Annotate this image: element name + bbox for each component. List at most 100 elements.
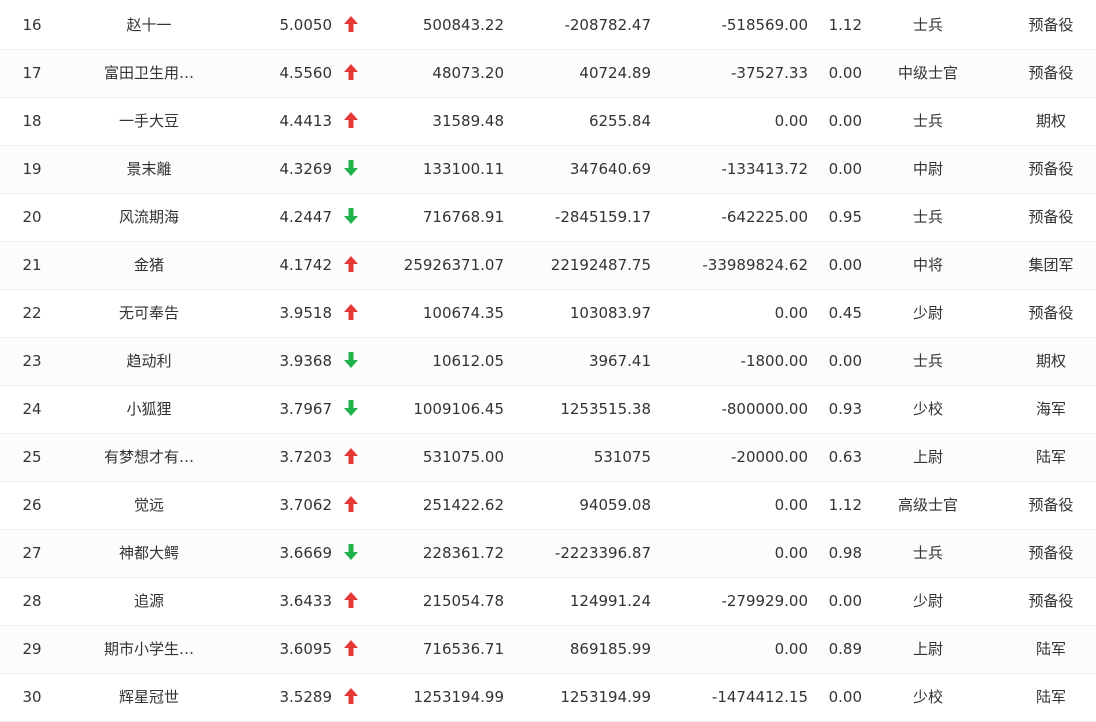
rank-title: 少校 [912, 400, 943, 418]
trader-name[interactable]: 风流期海 [70, 194, 228, 241]
value-col-2: -2845159.17 [554, 208, 651, 226]
value-col-1: 531075.00 [422, 448, 504, 466]
trend-cell [340, 242, 362, 289]
value-col-2: 347640.69 [569, 160, 651, 178]
value-col-1: 133100.11 [422, 160, 504, 178]
category-label: 预备役 [1028, 16, 1074, 34]
value-col-2: 124991.24 [569, 592, 651, 610]
rank-title: 士兵 [912, 208, 943, 226]
table-row[interactable]: 19 景末離 4.3269 133100.11 347640.69 -133413.72 0… [0, 146, 1096, 194]
value-col-2: -208782.47 [564, 16, 651, 34]
rank-title: 上尉 [912, 640, 943, 658]
table-row[interactable]: 22 无可奉告 3.9518 100674.35 103083.97 0.00 0.45 少尉… [0, 290, 1096, 338]
value-col-2: 103083.97 [569, 304, 651, 322]
trader-name[interactable]: 富田卫生用… [70, 50, 228, 97]
rank-cell: 29 [22, 640, 42, 658]
score-value: 3.7062 [279, 496, 333, 514]
ratio-value: 0.00 [828, 160, 862, 178]
trader-name[interactable]: 一手大豆 [70, 98, 228, 145]
rank-cell: 19 [22, 160, 42, 178]
category-label: 预备役 [1028, 544, 1074, 562]
trader-name[interactable]: 小狐狸 [70, 386, 228, 433]
rank-cell: 24 [22, 400, 42, 418]
table-row[interactable]: 20 风流期海 4.2447 716768.91 -2845159.17 -642225.… [0, 194, 1096, 242]
value-col-1: 1253194.99 [413, 688, 504, 706]
ratio-value: 0.98 [828, 544, 862, 562]
category-label: 预备役 [1028, 496, 1074, 514]
trend-cell [340, 578, 362, 625]
table-row[interactable]: 23 趋动利 3.9368 10612.05 3967.41 -1800.00 0.00 士兵… [0, 338, 1096, 386]
trader-name[interactable]: 觉远 [70, 482, 228, 529]
category-label: 预备役 [1028, 160, 1074, 178]
arrow-up-icon [344, 448, 358, 464]
value-col-1: 10612.05 [432, 352, 504, 370]
value-col-2: 6255.84 [588, 112, 651, 130]
table-row[interactable]: 18 一手大豆 4.4413 31589.48 6255.84 0.00 0.00 士兵 期权 [0, 98, 1096, 146]
trader-name[interactable]: 赵十一 [70, 2, 228, 49]
score-value: 3.7203 [279, 448, 333, 466]
table-row[interactable]: 28 追源 3.6433 215054.78 124991.24 -279929.00 0.… [0, 578, 1096, 626]
trader-name[interactable]: 追源 [70, 578, 228, 625]
value-col-1: 48073.20 [432, 64, 504, 82]
value-col-3: -518569.00 [721, 16, 808, 34]
value-col-3: -1474412.15 [711, 688, 808, 706]
category-label: 预备役 [1028, 592, 1074, 610]
value-col-1: 31589.48 [432, 112, 504, 130]
category-label: 期权 [1035, 352, 1066, 370]
trader-name[interactable]: 趋动利 [70, 338, 228, 385]
rank-title: 少尉 [912, 304, 943, 322]
rank-title: 士兵 [912, 544, 943, 562]
value-col-2: 1253515.38 [560, 400, 651, 418]
trader-name[interactable]: 景末離 [70, 146, 228, 193]
score-value: 4.3269 [279, 160, 333, 178]
table-row[interactable]: 27 神都大鳄 3.6669 228361.72 -2223396.87 0.00 0.98… [0, 530, 1096, 578]
rank-title: 中将 [912, 256, 943, 274]
ratio-value: 0.00 [828, 64, 862, 82]
table-row[interactable]: 29 期市小学生… 3.6095 716536.71 869185.99 0.00 0.89… [0, 626, 1096, 674]
value-col-1: 500843.22 [422, 16, 504, 34]
table-row[interactable]: 24 小狐狸 3.7967 1009106.45 1253515.38 -800000.0… [0, 386, 1096, 434]
trend-cell [340, 2, 362, 49]
table-row[interactable]: 16 赵十一 5.0050 500843.22 -208782.47 -518569.00… [0, 2, 1096, 50]
trend-cell [340, 338, 362, 385]
table-row[interactable]: 17 富田卫生用… 4.5560 48073.20 40724.89 -37527.33 0… [0, 50, 1096, 98]
value-col-3: -33989824.62 [702, 256, 808, 274]
value-col-2: 531075 [593, 448, 651, 466]
score-value: 3.9368 [279, 352, 333, 370]
score-value: 3.6433 [279, 592, 333, 610]
ratio-value: 1.12 [828, 496, 862, 514]
category-label: 海军 [1035, 400, 1066, 418]
score-value: 3.9518 [279, 304, 333, 322]
table-row[interactable]: 21 金猪 4.1742 25926371.07 22192487.75 -3398982… [0, 242, 1096, 290]
value-col-2: 1253194.99 [560, 688, 651, 706]
score-value: 4.1742 [279, 256, 333, 274]
rank-cell: 23 [22, 352, 42, 370]
ratio-value: 0.45 [828, 304, 862, 322]
trend-cell [340, 674, 362, 721]
ranking-table: 16 赵十一 5.0050 500843.22 -208782.47 -518569.00… [0, 0, 1096, 722]
trader-name[interactable]: 期市小学生… [70, 626, 228, 673]
value-col-2: 40724.89 [579, 64, 651, 82]
rank-title: 少尉 [912, 592, 943, 610]
trend-cell [340, 146, 362, 193]
value-col-3: 0.00 [774, 112, 808, 130]
rank-cell: 17 [22, 64, 42, 82]
trend-cell [340, 434, 362, 481]
category-label: 预备役 [1028, 304, 1074, 322]
score-value: 3.7967 [279, 400, 333, 418]
ratio-value: 1.12 [828, 16, 862, 34]
arrow-down-icon [344, 160, 358, 176]
rank-title: 上尉 [912, 448, 943, 466]
ratio-value: 0.63 [828, 448, 862, 466]
trader-name[interactable]: 有梦想才有… [70, 434, 228, 481]
arrow-down-icon [344, 544, 358, 560]
trader-name[interactable]: 无可奉告 [70, 290, 228, 337]
trader-name[interactable]: 神都大鳄 [70, 530, 228, 577]
trader-name[interactable]: 辉星冠世 [70, 674, 228, 721]
table-row[interactable]: 30 辉星冠世 3.5289 1253194.99 1253194.99 -1474412… [0, 674, 1096, 722]
table-row[interactable]: 25 有梦想才有… 3.7203 531075.00 531075 -20000.00 0.… [0, 434, 1096, 482]
rank-cell: 16 [22, 16, 42, 34]
trader-name[interactable]: 金猪 [70, 242, 228, 289]
table-row[interactable]: 26 觉远 3.7062 251422.62 94059.08 0.00 1.12 高级士官 预… [0, 482, 1096, 530]
value-col-2: 3967.41 [588, 352, 651, 370]
